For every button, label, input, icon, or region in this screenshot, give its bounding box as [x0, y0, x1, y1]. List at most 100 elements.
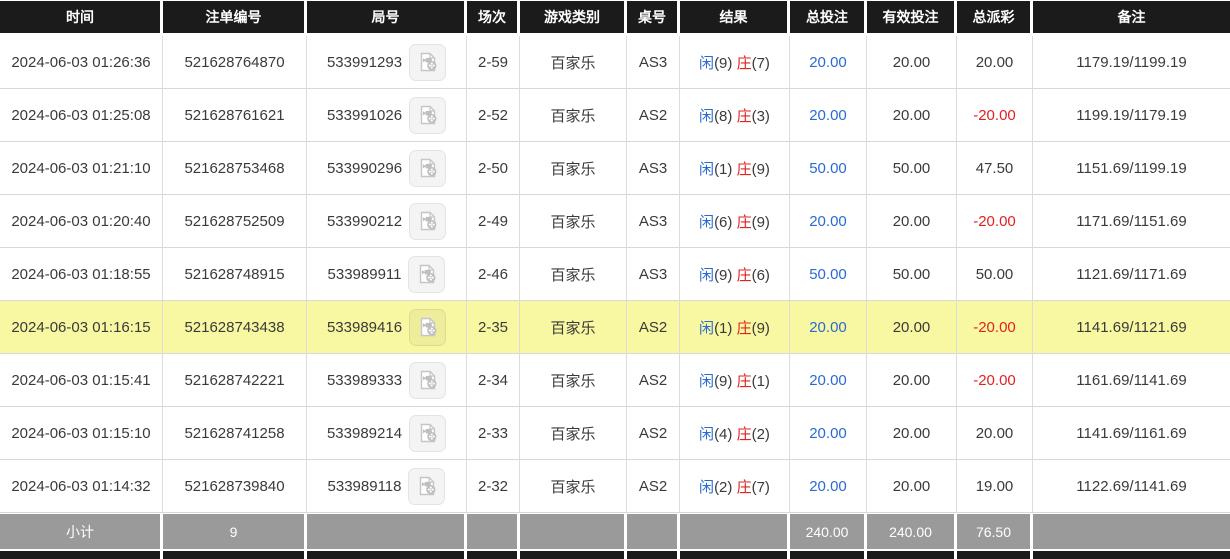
- banker-score: (9): [751, 160, 770, 178]
- round-no-value: 533989416: [326, 318, 403, 336]
- bet-no-cell: 521628753468: [163, 142, 307, 195]
- table-row[interactable]: 2024-06-03 01:26:36 521628764870 533991293…: [0, 36, 1230, 89]
- game-type-cell: 百家乐: [520, 354, 627, 407]
- table-row[interactable]: 2024-06-03 01:20:40 521628752509 533990212…: [0, 195, 1230, 248]
- table-row[interactable]: 2024-06-03 01:25:08 521628761621 533991026…: [0, 89, 1230, 142]
- game-type-cell: 百家乐: [520, 248, 627, 301]
- banker-score: (1): [751, 372, 770, 390]
- banker-label: 庄: [736, 107, 752, 125]
- table-no-cell: AS3: [627, 248, 680, 301]
- time-cell: 2024-06-03 01:18:55: [0, 248, 163, 301]
- round-no-value: 533990212: [326, 212, 403, 230]
- payout-cell: 20.00: [957, 36, 1033, 89]
- col-header-valid-bet: 有效投注: [867, 0, 957, 36]
- round-no-wrap: 533991293: [311, 43, 462, 81]
- round-no-cell: 533989911: [307, 248, 467, 301]
- remark-cell: 1161.69/1141.69: [1033, 354, 1230, 407]
- banker-label: 庄: [736, 425, 752, 443]
- table-row[interactable]: 2024-06-03 01:14:32 521628739840 533989118…: [0, 460, 1230, 513]
- records-body: 2024-06-03 01:26:36 521628764870 533991293…: [0, 36, 1230, 513]
- bet-no-cell: 521628739840: [163, 460, 307, 513]
- round-no-value: 533991026: [326, 106, 403, 124]
- bet-no-cell: 521628764870: [163, 36, 307, 89]
- table-row[interactable]: 2024-06-03 01:15:41 521628742221 533989333…: [0, 354, 1230, 407]
- video-replay-button[interactable]: [409, 43, 447, 81]
- subtotal-empty: [520, 513, 627, 549]
- session-cell: 2-32: [467, 460, 520, 513]
- video-replay-button[interactable]: [409, 149, 447, 187]
- payout-cell: 20.00: [957, 407, 1033, 460]
- bet-no-cell: 521628752509: [163, 195, 307, 248]
- video-replay-button[interactable]: [409, 96, 447, 134]
- valid-bet-cell: 50.00: [867, 142, 957, 195]
- table-no-cell: AS3: [627, 195, 680, 248]
- table-row[interactable]: 2024-06-03 01:16:15 521628743438 533989416…: [0, 301, 1230, 354]
- video-replay-button[interactable]: [409, 361, 447, 399]
- player-label: 闲: [699, 372, 715, 390]
- table-row[interactable]: 2024-06-03 01:18:55 521628748915 533989911…: [0, 248, 1230, 301]
- result-cell: 闲(1) 庄(9): [680, 142, 790, 195]
- video-replay-button[interactable]: [408, 255, 446, 293]
- subtotal-row: 小计 9 240.00 240.00 76.50: [0, 513, 1230, 549]
- player-score: (4): [714, 425, 733, 443]
- time-cell: 2024-06-03 01:20:40: [0, 195, 163, 248]
- valid-bet-cell: 20.00: [867, 460, 957, 513]
- session-cell: 2-33: [467, 407, 520, 460]
- session-cell: 2-35: [467, 301, 520, 354]
- video-replay-button[interactable]: [409, 414, 447, 452]
- banker-score: (6): [751, 266, 770, 284]
- valid-bet-cell: 20.00: [867, 354, 957, 407]
- valid-bet-cell: 50.00: [867, 248, 957, 301]
- valid-bet-cell: 20.00: [867, 36, 957, 89]
- payout-cell: 47.50: [957, 142, 1033, 195]
- total-bet-cell: 50.00: [790, 248, 867, 301]
- video-replay-button[interactable]: [409, 308, 447, 346]
- result-cell: 闲(9) 庄(6): [680, 248, 790, 301]
- banker-score: (2): [751, 425, 770, 443]
- table-header: 时间 注单编号 局号 场次 游戏类别 桌号 结果 总投注 有效投注 总派彩 备注: [0, 0, 1230, 36]
- video-replay-button[interactable]: [408, 467, 446, 505]
- banker-label: 庄: [736, 478, 752, 496]
- table-no-cell: AS2: [627, 407, 680, 460]
- video-replay-button[interactable]: [409, 202, 447, 240]
- subtotal-valid-bet: 240.00: [867, 513, 957, 549]
- time-cell: 2024-06-03 01:21:10: [0, 142, 163, 195]
- player-label: 闲: [699, 107, 715, 125]
- subtotal-payout: 76.50: [957, 513, 1033, 549]
- result-cell: 闲(8) 庄(3): [680, 89, 790, 142]
- remark-cell: 1121.69/1171.69: [1033, 248, 1230, 301]
- video-file-icon: [420, 105, 436, 125]
- subtotal-count: 9: [163, 513, 307, 549]
- player-label: 闲: [699, 160, 715, 178]
- table-no-cell: AS3: [627, 142, 680, 195]
- time-cell: 2024-06-03 01:14:32: [0, 460, 163, 513]
- round-no-cell: 533990212: [307, 195, 467, 248]
- total-bet-cell: 20.00: [790, 354, 867, 407]
- player-score: (9): [714, 372, 733, 390]
- result-cell: 闲(4) 庄(2): [680, 407, 790, 460]
- session-cell: 2-52: [467, 89, 520, 142]
- payout-cell: 19.00: [957, 460, 1033, 513]
- result-cell: 闲(2) 庄(7): [680, 460, 790, 513]
- col-header-bet-no: 注单编号: [163, 0, 307, 36]
- col-header-round-no: 局号: [307, 0, 467, 36]
- banker-label: 庄: [736, 54, 752, 72]
- table-row[interactable]: 2024-06-03 01:21:10 521628753468 533990296…: [0, 142, 1230, 195]
- round-no-cell: 533990296: [307, 142, 467, 195]
- round-no-cell: 533991026: [307, 89, 467, 142]
- payout-cell: -20.00: [957, 301, 1033, 354]
- table-row[interactable]: 2024-06-03 01:15:10 521628741258 533989214…: [0, 407, 1230, 460]
- time-cell: 2024-06-03 01:16:15: [0, 301, 163, 354]
- round-no-value: 533989214: [326, 424, 403, 442]
- banker-label: 庄: [736, 372, 752, 390]
- player-label: 闲: [699, 266, 715, 284]
- player-label: 闲: [699, 319, 715, 337]
- subtotal-empty: [627, 513, 680, 549]
- remark-cell: 1179.19/1199.19: [1033, 36, 1230, 89]
- total-bet-cell: 20.00: [790, 460, 867, 513]
- round-no-value: 533989118: [327, 477, 402, 495]
- bet-no-cell: 521628748915: [163, 248, 307, 301]
- video-file-icon: [420, 423, 436, 443]
- video-file-icon: [419, 264, 436, 284]
- result-cell: 闲(6) 庄(9): [680, 195, 790, 248]
